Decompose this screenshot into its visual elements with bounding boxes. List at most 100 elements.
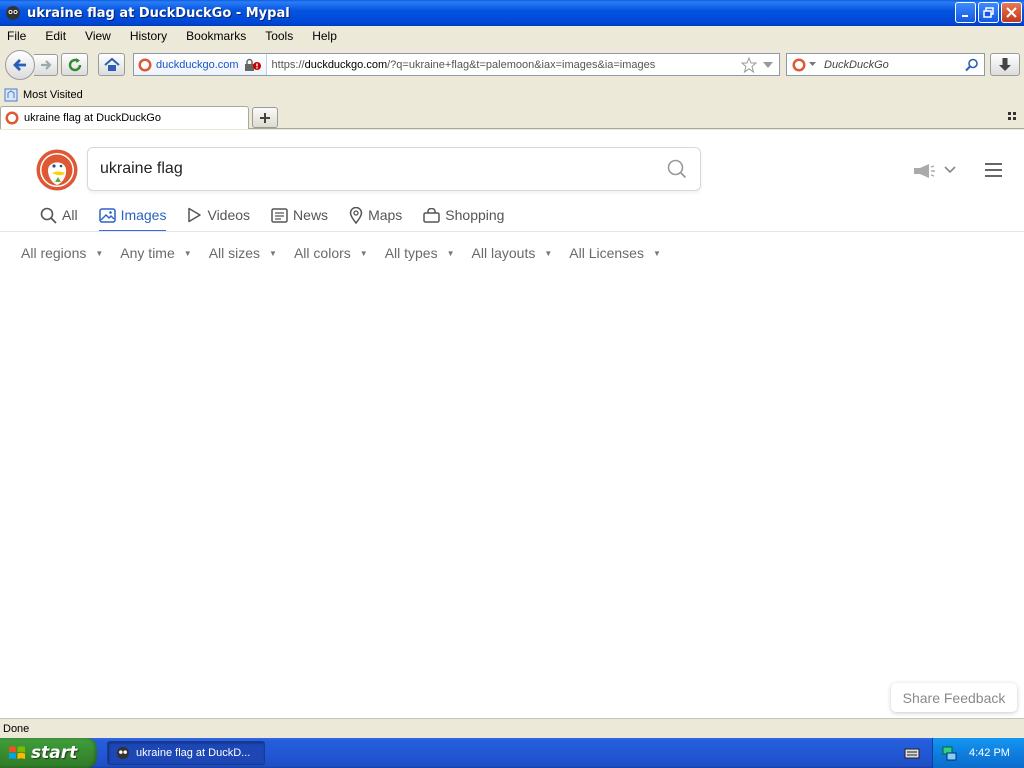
filter-types[interactable]: All types ▼ xyxy=(385,242,455,264)
hamburger-menu-icon[interactable] xyxy=(985,163,1002,177)
tab-ukraine-flag[interactable]: ukraine flag at DuckDuckGo xyxy=(0,106,249,129)
caret-down-icon: ▼ xyxy=(359,248,368,258)
start-button[interactable]: start xyxy=(0,738,97,768)
tab-maps-label: Maps xyxy=(368,207,403,223)
menu-tools[interactable]: Tools xyxy=(262,29,296,43)
filter-licenses[interactable]: All Licenses ▼ xyxy=(569,242,661,264)
news-icon xyxy=(271,207,288,223)
filter-layouts-label: All layouts xyxy=(471,245,536,261)
caret-down-icon: ▼ xyxy=(544,248,553,258)
tab-label: ukraine flag at DuckDuckGo xyxy=(24,112,161,124)
most-visited-folder-icon xyxy=(4,88,18,101)
mypal-app-icon xyxy=(116,746,130,760)
caret-down-icon: ▼ xyxy=(269,248,277,258)
minimize-button[interactable] xyxy=(955,2,976,23)
megaphone-icon[interactable] xyxy=(912,163,938,179)
menu-help[interactable]: Help xyxy=(309,29,340,43)
search-icon[interactable] xyxy=(667,159,687,179)
url-bar[interactable]: duckduckgo.com https://duckduckgo.com/?q… xyxy=(133,53,780,76)
menu-edit[interactable]: Edit xyxy=(42,29,69,43)
filter-time[interactable]: Any time ▼ xyxy=(120,242,191,264)
back-button[interactable] xyxy=(5,50,35,80)
filter-colors-label: All colors xyxy=(293,245,351,261)
tab-strip: ukraine flag at DuckDuckGo xyxy=(0,105,1024,129)
tab-news[interactable]: News xyxy=(271,200,328,230)
filter-colors[interactable]: All colors ▼ xyxy=(294,242,368,264)
tab-shopping[interactable]: Shopping xyxy=(423,200,504,230)
filter-layouts[interactable]: All layouts ▼ xyxy=(472,242,553,264)
forward-button[interactable] xyxy=(34,54,58,76)
menu-history[interactable]: History xyxy=(127,29,170,43)
mixed-content-lock-icon xyxy=(244,58,261,71)
reload-button[interactable] xyxy=(61,53,88,76)
mypal-app-icon xyxy=(6,6,20,20)
home-button[interactable] xyxy=(98,53,125,76)
back-arrow-icon xyxy=(13,59,26,71)
caret-down-icon: ▼ xyxy=(95,248,104,258)
filter-licenses-label: All Licenses xyxy=(569,245,644,261)
restore-button[interactable] xyxy=(978,2,999,23)
navigation-toolbar: duckduckgo.com https://duckduckgo.com/?q… xyxy=(0,47,1024,83)
status-bar: Done xyxy=(0,718,1024,738)
caret-down-icon: ▼ xyxy=(446,248,455,258)
menu-file[interactable]: File xyxy=(4,29,29,43)
filter-sizes[interactable]: All sizes ▼ xyxy=(209,242,277,264)
new-tab-button[interactable] xyxy=(252,107,278,128)
search-input[interactable]: ukraine flag xyxy=(87,147,701,191)
reload-icon xyxy=(68,57,81,71)
identity-label: duckduckgo.com xyxy=(156,58,239,71)
search-type-tabs: All Images Videos News Maps Shopping xyxy=(40,200,525,232)
keyboard-language-icon[interactable] xyxy=(904,746,920,760)
search-engine-dropdown-icon[interactable] xyxy=(809,61,816,68)
play-icon xyxy=(188,207,202,223)
url-path: /?q=ukraine+flag&t=palemoon&iax=images&i… xyxy=(387,58,656,71)
filter-types-label: All types xyxy=(384,245,438,261)
download-arrow-icon xyxy=(999,57,1011,71)
tab-all[interactable]: All xyxy=(40,200,78,230)
filter-sizes-label: All sizes xyxy=(208,245,261,261)
filter-time-label: Any time xyxy=(120,245,175,261)
tab-news-label: News xyxy=(293,207,329,223)
windows-logo-icon xyxy=(9,746,25,759)
clock[interactable]: 4:42 PM xyxy=(969,747,1010,759)
site-identity-button[interactable]: duckduckgo.com xyxy=(134,54,267,75)
close-button[interactable] xyxy=(1001,2,1022,23)
restore-icon xyxy=(983,7,994,18)
start-label: start xyxy=(31,743,78,763)
bookmark-most-visited[interactable]: Most Visited xyxy=(23,89,83,101)
url-dropdown-icon[interactable] xyxy=(763,62,773,70)
search-engine-icon[interactable] xyxy=(792,58,806,72)
share-feedback-button[interactable]: Share Feedback xyxy=(891,683,1017,712)
menu-bookmarks[interactable]: Bookmarks xyxy=(183,29,249,43)
search-bar[interactable]: DuckDuckGo xyxy=(786,53,985,76)
bookmark-star-icon[interactable] xyxy=(741,57,757,73)
tab-videos-label: Videos xyxy=(207,207,251,223)
tab-shopping-label: Shopping xyxy=(445,207,505,223)
window-titlebar[interactable]: ukraine flag at DuckDuckGo - Mypal xyxy=(0,0,1024,26)
menu-view[interactable]: View xyxy=(82,29,114,43)
filter-regions[interactable]: All regions ▼ xyxy=(21,242,103,264)
system-tray: 4:42 PM xyxy=(932,738,1024,768)
chevron-down-icon[interactable] xyxy=(944,166,956,174)
tab-videos[interactable]: Videos xyxy=(187,200,250,230)
network-icon[interactable] xyxy=(941,745,957,761)
search-query-text: ukraine flag xyxy=(100,160,183,177)
taskbar-window-button[interactable]: ukraine flag at DuckD... xyxy=(107,741,265,765)
url-text: https://duckduckgo.com/?q=ukraine+flag&t… xyxy=(272,59,656,71)
close-icon xyxy=(1006,7,1017,18)
search-go-icon[interactable] xyxy=(965,58,979,72)
tab-favicon-icon xyxy=(5,111,19,125)
caret-down-icon: ▼ xyxy=(652,248,661,258)
downloads-button[interactable] xyxy=(990,53,1020,76)
image-filters: All regions ▼ Any time ▼ All sizes ▼ All co… xyxy=(21,242,678,264)
filter-regions-label: All regions xyxy=(21,245,87,261)
duckduckgo-logo[interactable] xyxy=(36,149,78,191)
tab-maps[interactable]: Maps xyxy=(349,200,402,230)
tab-images[interactable]: Images xyxy=(98,200,166,232)
image-icon xyxy=(98,207,116,223)
url-prefix: https:// xyxy=(271,58,305,71)
ddg-favicon-icon xyxy=(138,58,152,71)
tabs-divider xyxy=(0,231,1024,232)
taskbar: start ukraine flag at DuckD... 4:42 PM xyxy=(0,738,1024,768)
tab-list-icon[interactable] xyxy=(1008,112,1018,122)
